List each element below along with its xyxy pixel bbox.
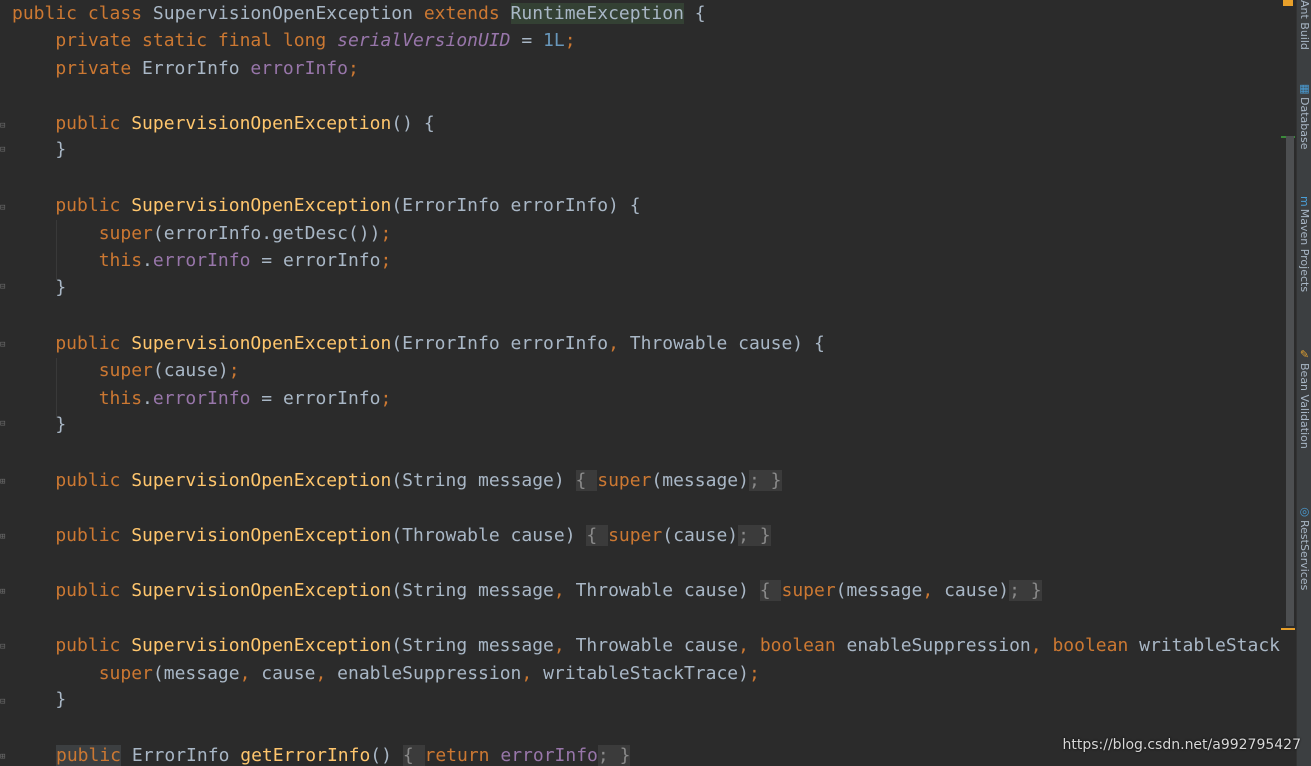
code-line-11: } — [12, 277, 67, 298]
watermark: https://blog.csdn.net/a992795427 — [1062, 737, 1302, 753]
code-line-6: } — [12, 139, 67, 160]
right-tool-window-bar: Ant Build ▦ Database mMaven Projects ✎ Bea… — [1296, 0, 1311, 766]
code-line-5: public SupervisionOpenException() { — [12, 113, 435, 134]
side-tab-ant-build[interactable]: Ant Build — [1297, 0, 1311, 50]
code-line-28: public ErrorInfo getErrorInfo() { return… — [56, 745, 631, 766]
code-line-18: public SupervisionOpenException(String m… — [12, 470, 782, 491]
editor-gutter: ⊟ ⊟ ⊟ ⊟ ⊟ ⊟ ⊞ ⊞ ⊞ ⊟ ⊟ ⊞ — [0, 0, 10, 766]
fold-marker-icon[interactable]: ⊟ — [0, 146, 9, 155]
code-line-9: super(errorInfo.getDesc()); — [12, 223, 392, 244]
code-editor[interactable]: public class SupervisionOpenException ex… — [12, 0, 1297, 766]
code-line-24: public SupervisionOpenException(String m… — [12, 635, 1281, 656]
code-line-22: public SupervisionOpenException(String m… — [12, 580, 1042, 601]
code-line-16: } — [12, 414, 67, 435]
side-tab-rest-services[interactable]: ◎ RestServices — [1297, 505, 1311, 590]
side-tab-label: Bean Validation — [1298, 363, 1311, 449]
rest-services-icon: ◎ — [1298, 505, 1311, 518]
vertical-scrollbar[interactable] — [1286, 136, 1294, 626]
side-tab-label: Ant Build — [1298, 0, 1311, 50]
code-line-2: private static final long serialVersionU… — [12, 30, 576, 51]
code-line-10: this.errorInfo = errorInfo; — [12, 250, 392, 271]
scrollbar-thumb[interactable] — [1286, 136, 1294, 626]
fold-marker-icon[interactable]: ⊟ — [0, 122, 9, 131]
code-line-14: super(cause); — [12, 360, 240, 381]
code-line-20: public SupervisionOpenException(Throwabl… — [12, 525, 771, 546]
fold-marker-icon[interactable]: ⊟ — [0, 283, 9, 292]
warning-marker[interactable] — [1283, 0, 1293, 6]
side-tab-label: Database — [1298, 97, 1311, 150]
fold-marker-icon[interactable]: ⊟ — [0, 341, 9, 350]
code-line-26: } — [12, 689, 67, 710]
side-tab-maven-projects[interactable]: mMaven Projects — [1297, 196, 1311, 292]
fold-marker-icon[interactable]: ⊟ — [0, 698, 9, 707]
code-line-13: public SupervisionOpenException(ErrorInf… — [12, 333, 825, 354]
maven-icon: m — [1298, 196, 1311, 207]
fold-marker-icon[interactable]: ⊟ — [0, 420, 9, 429]
fold-marker-icon[interactable]: ⊞ — [0, 533, 9, 542]
database-icon: ▦ — [1298, 82, 1311, 95]
fold-marker-icon[interactable]: ⊞ — [0, 478, 9, 487]
code-line-1: public class SupervisionOpenException ex… — [12, 3, 706, 24]
warning-stripe-marker[interactable] — [1281, 628, 1295, 630]
bean-validation-icon: ✎ — [1298, 348, 1311, 361]
code-line-3: private ErrorInfo errorInfo; — [12, 58, 359, 79]
code-line-8: public SupervisionOpenException(ErrorInf… — [12, 195, 641, 216]
side-tab-bean-validation[interactable]: ✎ Bean Validation — [1297, 348, 1311, 449]
side-tab-label: Maven Projects — [1298, 208, 1311, 293]
fold-marker-icon[interactable]: ⊞ — [0, 753, 9, 762]
fold-marker-icon[interactable]: ⊞ — [0, 588, 9, 597]
side-tab-label: RestServices — [1298, 520, 1311, 591]
code-line-25: super(message, cause, enableSuppression,… — [12, 663, 760, 684]
side-tab-database[interactable]: ▦ Database — [1297, 82, 1311, 150]
fold-marker-icon[interactable]: ⊟ — [0, 204, 9, 213]
code-line-15: this.errorInfo = errorInfo; — [12, 388, 392, 409]
fold-marker-icon[interactable]: ⊟ — [0, 643, 9, 652]
